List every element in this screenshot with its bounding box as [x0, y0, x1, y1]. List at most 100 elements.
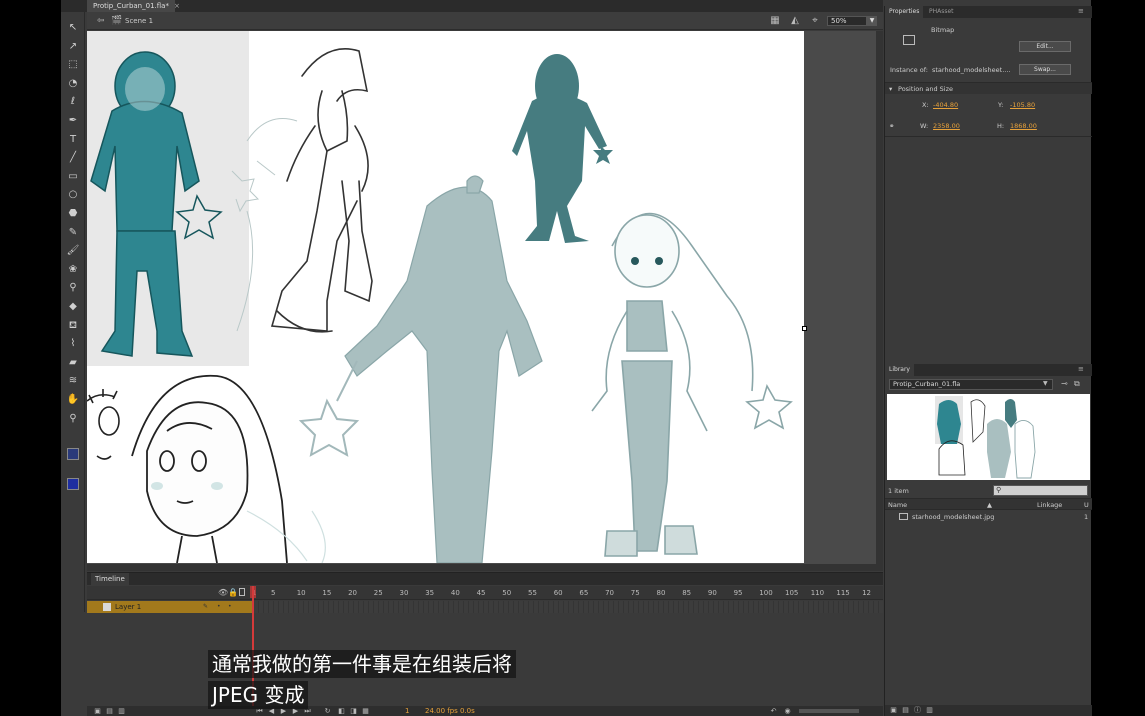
center-frame-icon[interactable]: ◉: [783, 707, 792, 716]
edit-multiple-frames-icon[interactable]: ▦: [361, 707, 370, 716]
3d-rotation-tool[interactable]: ◔: [65, 76, 81, 92]
lock-dot-icon[interactable]: •: [228, 601, 232, 613]
new-library-panel-icon[interactable]: ⧉: [1074, 379, 1080, 389]
pen-tool[interactable]: ✒: [65, 113, 81, 129]
zoom-input[interactable]: 50%: [827, 16, 867, 26]
frame-number-label: 50: [502, 589, 512, 597]
paint-bucket-tool[interactable]: ◆: [65, 299, 81, 315]
frame-ruler[interactable]: 👁 🔒 151015202530354045505560657075808590…: [87, 586, 883, 600]
text-tool[interactable]: T: [65, 132, 81, 148]
frame-number-label: 90: [707, 589, 717, 597]
hand-tool[interactable]: ✋: [65, 392, 81, 408]
delete-layer-icon[interactable]: ▥: [117, 707, 126, 716]
new-folder-icon[interactable]: ▤: [901, 706, 910, 715]
chevron-down-icon[interactable]: ▼: [867, 16, 877, 26]
tab-phasset[interactable]: PHAsset: [925, 6, 958, 18]
position-size-header[interactable]: ▾ Position and Size: [885, 82, 1092, 94]
free-transform-tool[interactable]: ⬚: [65, 57, 81, 73]
library-item-row[interactable]: starhood_modelsheet.jpg 1: [885, 511, 1092, 522]
properties-icon[interactable]: ⓘ: [913, 706, 922, 715]
ink-bottle-tool[interactable]: ⛾: [65, 318, 81, 334]
animate-window: Protip_Curban_01.fla* × ⇦ 🎬 Scene 1 ▦ ◭ …: [61, 0, 1092, 716]
new-layer-icon[interactable]: ▣: [93, 707, 102, 716]
layer-name[interactable]: Layer 1 ✎ • •: [87, 601, 253, 613]
eyedropper-tool[interactable]: ⌇: [65, 336, 81, 352]
scene-label[interactable]: Scene 1: [125, 16, 153, 26]
x-value[interactable]: -404.80: [933, 101, 958, 109]
library-column-headers: Name ▲ Linkage U: [885, 498, 1092, 510]
tab-library[interactable]: Library: [885, 364, 914, 376]
deco-tool[interactable]: ❀: [65, 262, 81, 278]
library-search-input[interactable]: ⚲: [993, 485, 1088, 496]
delete-icon[interactable]: ▥: [925, 706, 934, 715]
properties-tab-bar: Properties PHAsset ≡: [885, 6, 1092, 18]
line-tool[interactable]: ╱: [65, 150, 81, 166]
swap-button[interactable]: Swap...: [1019, 64, 1071, 75]
pencil-tool[interactable]: ✎: [65, 225, 81, 241]
column-name[interactable]: Name: [888, 501, 907, 509]
library-document-select[interactable]: Protip_Curban_01.fla: [889, 379, 1053, 390]
layer-row[interactable]: Layer 1 ✎ • •: [87, 601, 883, 613]
loop-icon[interactable]: ↻: [323, 707, 332, 716]
frame-number-label: 20: [348, 589, 358, 597]
new-symbol-icon[interactable]: ▣: [889, 706, 898, 715]
oval-tool[interactable]: ○: [65, 187, 81, 203]
column-linkage[interactable]: Linkage: [1037, 501, 1062, 509]
stage-resize-handle[interactable]: [802, 326, 807, 331]
h-label: H:: [997, 122, 1005, 130]
pencil-icon[interactable]: ✎: [203, 601, 208, 613]
bone-tool[interactable]: ⚲: [65, 280, 81, 296]
onion-outline-icon[interactable]: ◨: [349, 707, 358, 716]
vertical-scrollbar[interactable]: [876, 31, 883, 564]
model-sheet-bitmap[interactable]: [87, 31, 804, 563]
polystar-tool[interactable]: ⬣: [65, 206, 81, 222]
edit-scene-icon[interactable]: ▦: [769, 15, 781, 27]
stroke-color-swatch[interactable]: [67, 448, 79, 460]
frame-number-label: 55: [528, 589, 537, 597]
stage-canvas[interactable]: [87, 31, 804, 563]
eraser-tool[interactable]: ▰: [65, 355, 81, 371]
panel-menu-icon[interactable]: ≡: [1078, 364, 1084, 374]
timeline-tab[interactable]: Timeline: [91, 573, 129, 585]
timeline-zoom-slider[interactable]: [799, 709, 859, 713]
lasso-tool[interactable]: ℓ: [65, 94, 81, 110]
y-value[interactable]: -105.80: [1010, 101, 1035, 109]
fps-readout[interactable]: 24.00 fps: [425, 707, 458, 716]
eye-icon[interactable]: 👁: [218, 588, 228, 597]
visibility-dot-icon[interactable]: •: [217, 601, 221, 613]
edit-symbols-icon[interactable]: ◭: [789, 15, 801, 27]
outline-icon[interactable]: [239, 588, 245, 596]
pin-icon[interactable]: ⊸: [1061, 379, 1068, 388]
center-stage-icon[interactable]: ⌖: [809, 15, 821, 27]
width-tool[interactable]: ≋: [65, 373, 81, 389]
column-use-count[interactable]: U: [1084, 501, 1089, 509]
tab-properties[interactable]: Properties: [885, 6, 924, 18]
brush-tool[interactable]: 🖌: [65, 243, 81, 259]
y-label: Y:: [998, 101, 1004, 109]
subtitle-line-2: JPEG 变成: [208, 681, 309, 709]
edit-bar: ⇦ 🎬 Scene 1 ▦ ◭ ⌖ 50% ▼: [87, 12, 883, 30]
fill-color-swatch[interactable]: [67, 478, 79, 490]
subselection-tool[interactable]: ↗: [65, 39, 81, 55]
h-value[interactable]: 1868.00: [1010, 122, 1037, 130]
undo-icon[interactable]: ↶: [769, 707, 778, 716]
horizontal-scrollbar[interactable]: [87, 564, 883, 571]
panel-menu-icon[interactable]: ≡: [1078, 6, 1084, 16]
back-arrow-icon[interactable]: ⇦: [97, 16, 107, 26]
document-tab[interactable]: Protip_Curban_01.fla*: [87, 0, 175, 12]
zoom-tool[interactable]: ⚲: [65, 411, 81, 427]
w-value[interactable]: 2358.00: [933, 122, 960, 130]
frame-cells[interactable]: [254, 601, 883, 613]
edit-button[interactable]: Edit...: [1019, 41, 1071, 52]
lock-icon[interactable]: 🔒: [228, 588, 238, 597]
chevron-down-icon[interactable]: ▼: [1043, 380, 1048, 387]
selection-tool[interactable]: ↖: [65, 20, 81, 36]
current-frame[interactable]: 1: [405, 707, 409, 716]
frame-number-label: 100: [759, 589, 773, 597]
link-icon[interactable]: ⚭: [889, 122, 894, 130]
new-folder-icon[interactable]: ▤: [105, 707, 114, 716]
rectangle-tool[interactable]: ▭: [65, 169, 81, 185]
onion-skin-icon[interactable]: ◧: [337, 707, 346, 716]
elapsed-time[interactable]: 0.0s: [460, 707, 475, 716]
close-tab-icon[interactable]: ×: [174, 2, 182, 10]
